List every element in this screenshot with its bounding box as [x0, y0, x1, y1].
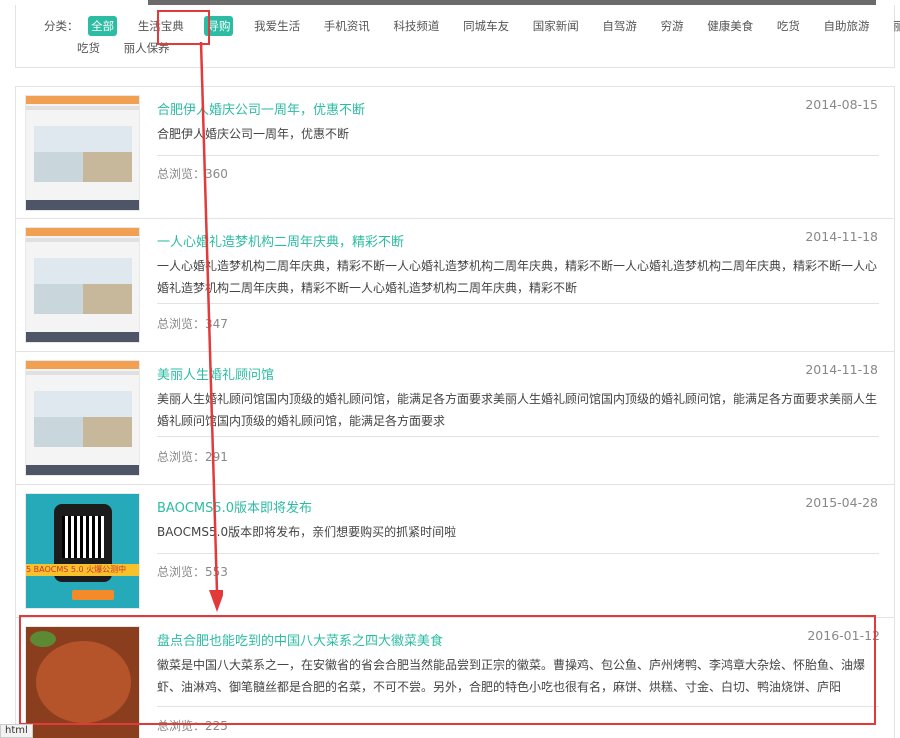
highlight-box-category [157, 10, 210, 45]
category-healthy-food[interactable]: 健康美食 [704, 16, 756, 36]
article-views: 总浏览：360 [157, 167, 228, 181]
category-tech[interactable]: 科技频道 [390, 16, 442, 36]
category-self-travel[interactable]: 自助旅游 [821, 16, 873, 36]
article-desc: 一人心婚礼造梦机构二周年庆典，精彩不断一人心婚礼造梦机构二周年庆典，精彩不断一人… [157, 259, 878, 295]
thumbnail-banner: 5 BAOCMS 5.0 火爆公测中 [26, 564, 139, 576]
list-item: 合肥伊人婚庆公司一周年，优惠不断 2014-08-15 合肥伊人婚庆公司一周年，… [16, 87, 894, 219]
divider [157, 436, 879, 437]
article-date: 2015-04-28 [805, 495, 878, 510]
category-self-drive[interactable]: 自驾游 [599, 16, 640, 36]
category-label: 分类： [44, 19, 79, 33]
category-panel: 分类： 全部 生活宝典 导购 我爱生活 手机资讯 科技频道 同城车友 国家新闻 … [15, 5, 900, 68]
article-title[interactable]: BAOCMS5.0版本即将发布 [157, 497, 312, 516]
divider [157, 303, 879, 304]
article-date: 2014-11-18 [805, 229, 878, 244]
category-phone-news[interactable]: 手机资讯 [321, 16, 373, 36]
article-title[interactable]: 一人心婚礼造梦机构二周年庆典，精彩不断 [157, 231, 404, 250]
category-budget-travel[interactable]: 穷游 [658, 16, 687, 36]
article-views: 总浏览：347 [157, 317, 228, 331]
category-foodie[interactable]: 吃货 [774, 16, 803, 36]
article-thumbnail[interactable] [25, 227, 140, 343]
article-title[interactable]: 美丽人生婚礼顾问馆 [157, 364, 274, 383]
status-bar: html [0, 724, 33, 738]
article-thumbnail[interactable] [25, 360, 140, 476]
list-item: 一人心婚礼造梦机构二周年庆典，精彩不断 2014-11-18 一人心婚礼造梦机构… [16, 219, 894, 352]
article-date: 2014-08-15 [805, 97, 878, 112]
list-item: 5 BAOCMS 5.0 火爆公测中 BAOCMS5.0版本即将发布 2015-… [16, 485, 894, 618]
article-desc: BAOCMS5.0版本即将发布，亲们想要购买的抓紧时间啦 [157, 525, 457, 539]
article-desc: 合肥伊人婚庆公司一周年，优惠不断 [157, 127, 350, 141]
article-title[interactable]: 合肥伊人婚庆公司一周年，优惠不断 [157, 99, 365, 118]
divider [157, 553, 879, 554]
category-national-news[interactable]: 国家新闻 [530, 16, 582, 36]
divider [157, 155, 879, 156]
article-thumbnail[interactable] [25, 95, 140, 211]
highlight-box-article [19, 615, 876, 725]
article-views: 总浏览：291 [157, 450, 228, 464]
qr-code-icon [62, 516, 104, 558]
category-beauty[interactable]: 丽人保养 [890, 16, 900, 36]
list-item: 美丽人生婚礼顾问馆 2014-11-18 美丽人生婚礼顾问馆国内顶级的婚礼顾问馆… [16, 352, 894, 485]
article-date: 2014-11-18 [805, 362, 878, 377]
category-car-friends[interactable]: 同城车友 [460, 16, 512, 36]
category-foodie-2[interactable]: 吃货 [74, 38, 103, 58]
article-desc: 美丽人生婚礼顾问馆国内顶级的婚礼顾问馆，能满足各方面要求美丽人生婚礼顾问馆国内顶… [157, 392, 878, 428]
category-all[interactable]: 全部 [88, 16, 118, 36]
article-thumbnail[interactable]: 5 BAOCMS 5.0 火爆公测中 [25, 493, 140, 609]
article-views: 总浏览：553 [157, 565, 228, 579]
category-love-life[interactable]: 我爱生活 [251, 16, 303, 36]
